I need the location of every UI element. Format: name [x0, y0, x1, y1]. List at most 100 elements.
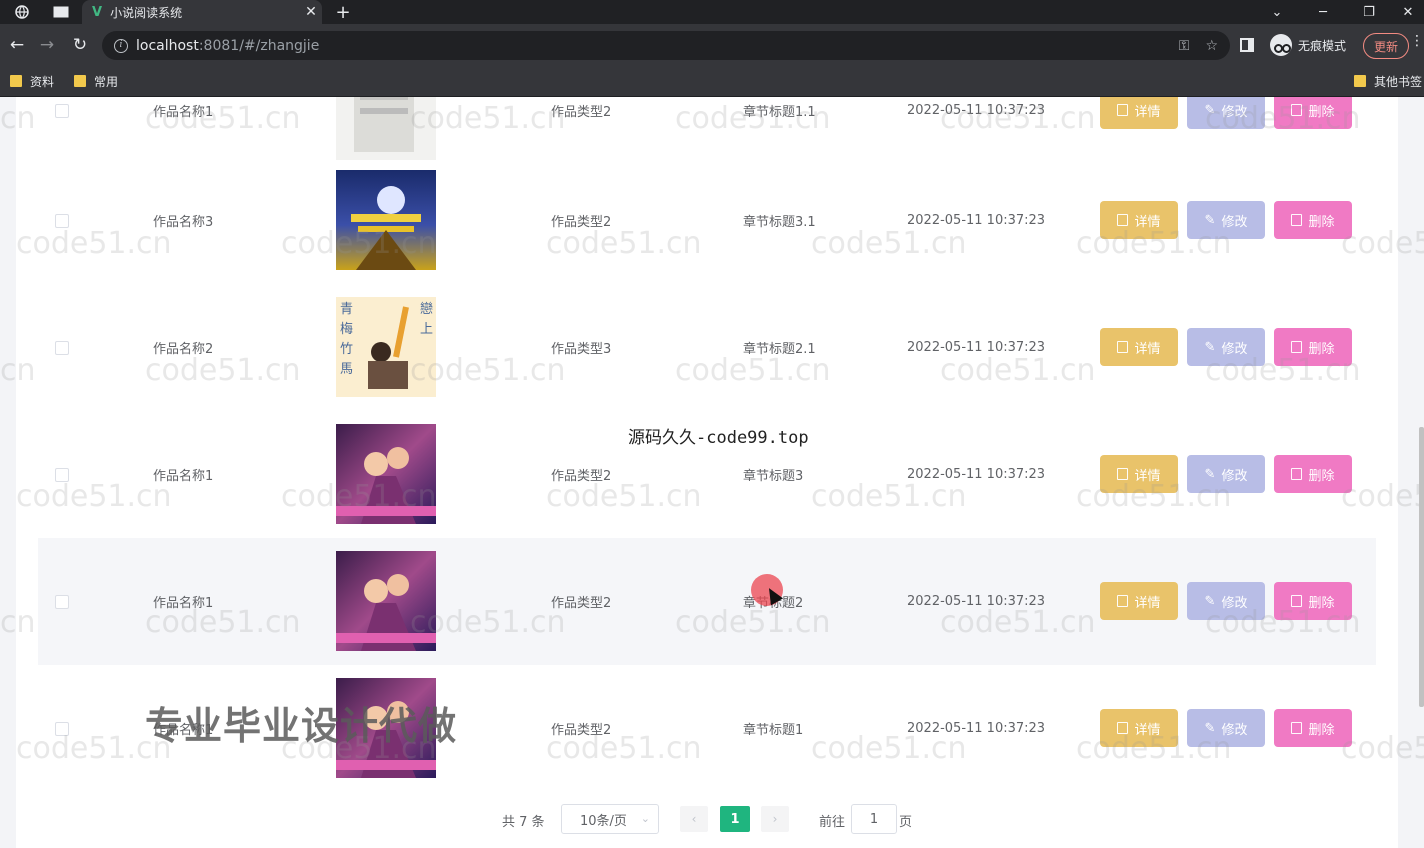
- trash-icon: [1291, 722, 1303, 734]
- star-icon[interactable]: ☆: [1205, 38, 1218, 54]
- cell-work-name: 作品名称2: [153, 342, 214, 357]
- tab-search-icon[interactable]: ⌄: [1254, 0, 1300, 24]
- pencil-icon: ✎: [1204, 720, 1216, 736]
- bookmarks-bar: 资料 常用 其他书签: [0, 66, 1424, 97]
- detail-button[interactable]: 详情: [1100, 709, 1178, 747]
- close-tab-icon[interactable]: ✕: [300, 4, 322, 20]
- delete-button[interactable]: 删除: [1274, 455, 1352, 493]
- close-window-button[interactable]: ✕: [1392, 0, 1424, 24]
- svg-text:青: 青: [340, 302, 353, 317]
- cell-time: 2022-05-11 10:37:23: [907, 721, 1046, 736]
- scrollbar[interactable]: [1419, 427, 1424, 707]
- prev-page-button[interactable]: ‹: [680, 806, 708, 832]
- row-checkbox-cell: [55, 665, 69, 792]
- browser-tab-active[interactable]: V 小说阅读系统 ✕: [82, 0, 322, 24]
- row-checkbox-cell: [55, 157, 69, 284]
- url-host: localhost: [136, 37, 199, 54]
- forward-button[interactable]: →: [32, 24, 62, 66]
- document-icon: [1117, 595, 1129, 607]
- cell-chapter-title: 章节标题2.1: [743, 342, 816, 357]
- cell-chapter-title: 章节标题3.1: [743, 215, 816, 230]
- cell-time: 2022-05-11 10:37:23: [907, 467, 1046, 482]
- table-row[interactable]: 作品名称1 作品类型2 章节标题2 2022-05-11 10:37:23 详情…: [38, 538, 1376, 665]
- pencil-icon: ✎: [1204, 339, 1216, 355]
- back-button[interactable]: ←: [2, 24, 32, 66]
- address-bar[interactable]: i localhost:8081/#/zhangjie ⚿ ☆: [102, 31, 1230, 60]
- detail-button[interactable]: 详情: [1100, 201, 1178, 239]
- browser-toolbar: ← → ↻ i localhost:8081/#/zhangjie ⚿ ☆ 无痕…: [0, 24, 1424, 66]
- edit-button[interactable]: ✎ 修改: [1187, 201, 1265, 239]
- incognito-icon: [1270, 34, 1292, 56]
- edit-button[interactable]: ✎ 修改: [1187, 455, 1265, 493]
- other-bookmarks[interactable]: 其他书签: [1354, 66, 1422, 96]
- new-tab-button[interactable]: +: [333, 0, 353, 24]
- more-menu-icon[interactable]: ⋮: [1410, 33, 1424, 49]
- goto-label: 前往: [819, 815, 846, 830]
- document-icon: [1117, 104, 1129, 116]
- cell-time: 2022-05-11 10:37:23: [907, 340, 1046, 355]
- window-icon[interactable]: [50, 0, 72, 24]
- cell-work-type: 作品类型3: [551, 342, 612, 357]
- row-checkbox[interactable]: [55, 721, 69, 736]
- bookmark-folder-changyong[interactable]: 常用: [74, 66, 118, 96]
- edit-button[interactable]: ✎ 修改: [1187, 709, 1265, 747]
- page-content: 作品名称1 作品类型2 章节标题1.1 2022-05-11 10:37:23 …: [0, 97, 1424, 848]
- document-icon: [1117, 214, 1129, 226]
- key-icon[interactable]: ⚿: [1179, 38, 1190, 54]
- cell-time: 2022-05-11 10:37:23: [907, 594, 1046, 609]
- folder-icon: [74, 75, 86, 87]
- reload-button[interactable]: ↻: [65, 24, 95, 66]
- svg-text:上: 上: [420, 322, 433, 337]
- row-checkbox[interactable]: [55, 467, 69, 482]
- trash-icon: [1291, 104, 1303, 116]
- row-checkbox[interactable]: [55, 340, 69, 355]
- table-row[interactable]: 作品名称3 作品类型2 章节标题3.1 2022-05-11 10:37:23 …: [38, 157, 1376, 284]
- edit-label: 修改: [1221, 468, 1248, 484]
- delete-button[interactable]: 删除: [1274, 97, 1352, 129]
- cell-work-name: 作品名称1: [153, 596, 214, 611]
- row-checkbox-cell: [55, 538, 69, 665]
- update-button[interactable]: 更新: [1363, 33, 1410, 59]
- row-checkbox[interactable]: [55, 594, 69, 609]
- detail-label: 详情: [1134, 722, 1161, 738]
- next-page-button[interactable]: ›: [761, 806, 789, 832]
- chevron-down-icon: ⌄: [640, 812, 650, 825]
- incognito-indicator[interactable]: 无痕模式: [1270, 33, 1346, 57]
- detail-button[interactable]: 详情: [1100, 582, 1178, 620]
- bookmark-folder-ziliao[interactable]: 资料: [10, 66, 54, 96]
- table-row[interactable]: 作品名称2 青梅竹馬 戀上 作品类型3 章节标题2.1 2022-05-11 10…: [38, 284, 1376, 411]
- pagination: 共 7 条 10条/页 ⌄ ‹ 1 › 前往 1 页: [0, 804, 1424, 834]
- delete-button[interactable]: 删除: [1274, 201, 1352, 239]
- page-number-active[interactable]: 1: [720, 806, 750, 832]
- trash-icon: [1291, 468, 1303, 480]
- row-checkbox[interactable]: [55, 103, 69, 118]
- ad-overlay-text: 专业毕业设计代做: [145, 704, 458, 748]
- restore-button[interactable]: ❐: [1346, 0, 1392, 24]
- edit-button[interactable]: ✎ 修改: [1187, 582, 1265, 620]
- delete-label: 删除: [1308, 341, 1335, 357]
- detail-button[interactable]: 详情: [1100, 328, 1178, 366]
- cell-work-name: 作品名称1: [153, 469, 214, 484]
- cover-image: [336, 424, 436, 524]
- detail-button[interactable]: 详情: [1100, 455, 1178, 493]
- delete-button[interactable]: 删除: [1274, 328, 1352, 366]
- cell-time: 2022-05-11 10:37:23: [907, 213, 1046, 228]
- site-info-icon[interactable]: i: [114, 38, 128, 53]
- row-checkbox[interactable]: [55, 213, 69, 228]
- delete-button[interactable]: 删除: [1274, 582, 1352, 620]
- detail-button[interactable]: 详情: [1100, 97, 1178, 129]
- minimize-button[interactable]: ─: [1300, 0, 1346, 24]
- side-panel-icon[interactable]: [1240, 38, 1254, 52]
- delete-button[interactable]: 删除: [1274, 709, 1352, 747]
- edit-button[interactable]: ✎ 修改: [1187, 97, 1265, 129]
- delete-label: 删除: [1308, 722, 1335, 738]
- cell-work-name: 作品名称3: [153, 215, 214, 230]
- vue-logo-icon: V: [92, 4, 103, 20]
- delete-label: 删除: [1308, 595, 1335, 611]
- goto-page-input[interactable]: 1: [851, 804, 897, 834]
- row-checkbox-cell: [55, 284, 69, 411]
- page-size-select[interactable]: 10条/页 ⌄: [561, 804, 659, 834]
- globe-icon[interactable]: [8, 0, 36, 24]
- pencil-icon: ✎: [1204, 593, 1216, 609]
- edit-button[interactable]: ✎ 修改: [1187, 328, 1265, 366]
